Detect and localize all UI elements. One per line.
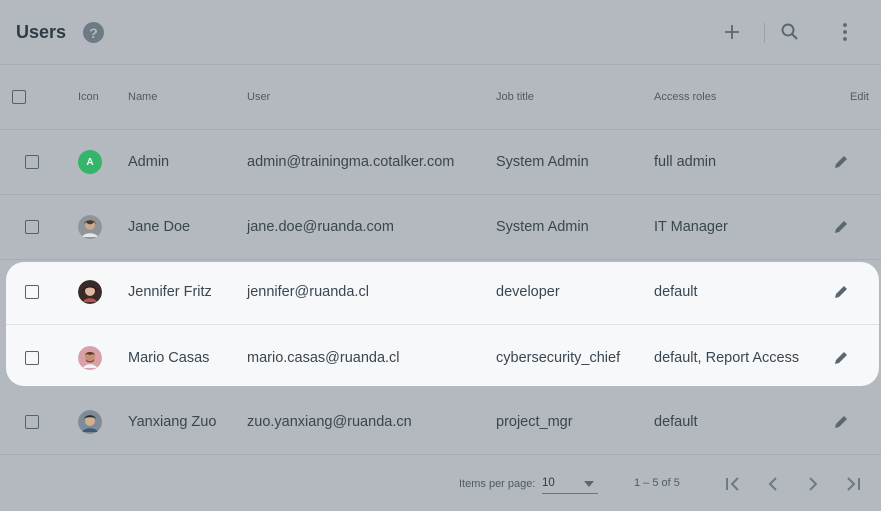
previous-page-button[interactable] [763,474,783,494]
user-name: Yanxiang Zuo [128,414,217,430]
avatar [78,410,102,434]
chevron-down-icon [584,481,594,487]
pencil-icon [835,351,847,364]
items-per-page-value: 10 [542,477,555,489]
row-checkbox[interactable] [25,155,39,169]
row-checkbox-cell[interactable] [25,260,39,324]
access-roles: full admin [654,154,717,170]
table-row[interactable]: Mario Casas mario.casas@ruanda.cl cybers… [6,325,879,390]
row-checkbox-cell[interactable] [25,195,39,259]
user-name: Admin [128,154,170,170]
user-email: admin@trainingma.cotalker.com [247,154,455,170]
more-options-button[interactable] [831,18,859,46]
row-checkbox[interactable] [25,350,39,365]
chevron-right-icon [809,477,818,491]
job-title: cybersecurity_chief [496,349,621,366]
edit-button[interactable] [833,260,849,324]
toolbar-divider [764,23,765,43]
header-job-title[interactable]: Job title [496,65,534,129]
user-email: mario.casas@ruanda.cl [247,349,400,366]
range-label: 1 – 5 of 5 [634,477,680,489]
items-per-page-select[interactable]: 10 [542,473,598,494]
user-name: Jane Doe [128,219,191,235]
first-page-button[interactable] [723,474,743,494]
header-access-roles[interactable]: Access roles [654,65,716,129]
user-photo-icon [78,280,102,304]
row-checkbox-cell[interactable] [25,390,39,454]
user-photo-icon [78,345,102,370]
user-email: zuo.yanxiang@ruanda.cn [247,414,412,430]
pencil-icon [835,221,847,233]
avatar: A [78,150,102,174]
edit-button[interactable] [833,195,849,259]
next-page-button[interactable] [803,474,823,494]
search-button[interactable] [776,18,804,46]
table-row[interactable]: Jennifer Fritz jennifer@ruanda.cl develo… [6,260,879,325]
select-all-checkbox-cell[interactable] [12,65,26,129]
add-user-button[interactable] [718,18,746,46]
page-title: Users [16,22,67,42]
help-icon[interactable]: ? [83,22,104,43]
edit-button[interactable] [833,325,849,390]
header-edit: Edit [850,91,869,103]
row-checkbox-cell[interactable] [25,325,39,390]
header-icon: Icon [78,91,99,103]
pencil-icon [835,416,847,428]
edit-button[interactable] [833,390,849,454]
chevron-left-icon [768,477,777,491]
avatar [78,280,102,304]
access-roles: IT Manager [654,219,728,235]
avatar-cell [78,195,102,259]
row-checkbox[interactable] [25,285,39,299]
user-name: Mario Casas [128,349,210,366]
job-title: System Admin [496,154,589,170]
edit-button[interactable] [833,130,849,194]
plus-icon [725,25,739,39]
avatar-cell: A [78,130,102,194]
table-header: Icon Name User Job title Access roles Ed… [0,65,881,130]
row-checkbox[interactable] [25,220,39,234]
row-checkbox-cell[interactable] [25,130,39,194]
pencil-icon [835,156,847,168]
avatar-cell [78,390,102,454]
row-checkbox[interactable] [25,415,39,429]
user-email: jennifer@ruanda.cl [247,284,369,300]
avatar-cell [78,260,102,324]
header-name[interactable]: Name [128,65,157,129]
user-email: jane.doe@ruanda.com [247,219,394,235]
user-photo-icon [78,215,102,239]
items-per-page-label: Items per page: [459,478,536,490]
first-page-icon [726,477,739,491]
table-row[interactable]: A Admin admin@trainingma.cotalker.com Sy… [0,130,881,195]
select-all-checkbox[interactable] [12,90,26,104]
toolbar: Users ? [0,0,881,65]
header-user[interactable]: User [247,65,270,129]
user-name: Jennifer Fritz [128,284,212,300]
paginator: Items per page: 10 1 – 5 of 5 [0,456,881,511]
job-title: System Admin [496,219,589,235]
more-vert-icon [843,23,847,41]
avatar [78,215,102,239]
search-icon [781,23,798,40]
user-photo-icon [78,410,102,434]
last-page-button[interactable] [843,474,863,494]
last-page-icon [847,477,860,491]
access-roles: default [654,414,698,430]
table-row[interactable]: Jane Doe jane.doe@ruanda.com System Admi… [0,195,881,260]
access-roles: default [654,284,698,300]
access-roles: default, Report Access [654,349,800,366]
job-title: project_mgr [496,414,573,430]
row-divider [6,324,879,325]
avatar-cell [78,325,102,390]
avatar [78,345,102,370]
table-row[interactable]: Yanxiang Zuo zuo.yanxiang@ruanda.cn proj… [0,390,881,455]
pencil-icon [835,286,847,298]
job-title: developer [496,284,560,300]
